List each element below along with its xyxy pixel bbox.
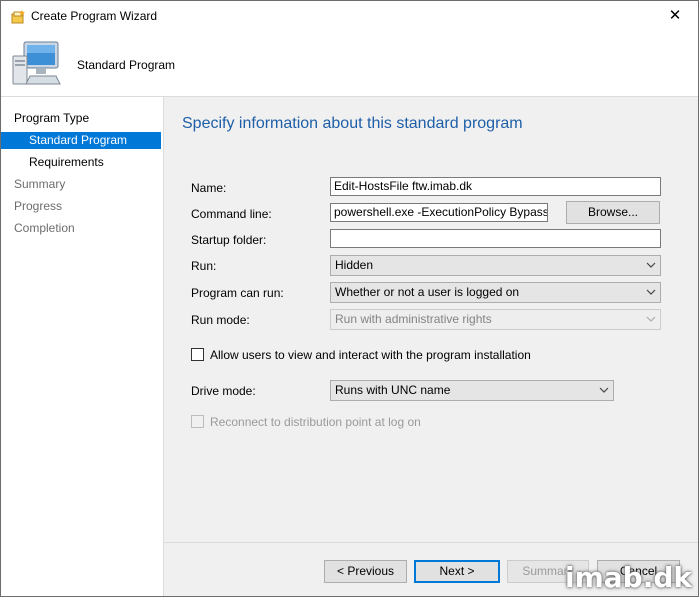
allow-interact-label[interactable]: Allow users to view and interact with th…	[210, 348, 531, 362]
footer-divider	[164, 542, 698, 543]
run-mode-select: Run with administrative rights	[330, 309, 661, 330]
startup-folder-label: Startup folder:	[191, 233, 267, 247]
title-bar: Create Program Wizard ✕	[1, 1, 698, 32]
command-line-input[interactable]: powershell.exe -ExecutionPolicy Bypass -…	[330, 203, 548, 222]
drive-mode-label: Drive mode:	[191, 384, 256, 398]
nav-item-completion: Completion	[14, 221, 75, 235]
chevron-down-icon	[646, 316, 656, 322]
command-line-label: Command line:	[191, 207, 272, 221]
nav-item-standard-program[interactable]: Standard Program	[1, 132, 161, 149]
computer-icon	[12, 41, 61, 85]
wizard-header: Standard Program	[1, 32, 698, 96]
page-title: Specify information about this standard …	[182, 115, 523, 132]
nav-item-requirements[interactable]: Requirements	[29, 154, 104, 171]
wizard-main: Specify information about this standard …	[164, 97, 698, 596]
wizard-window: Create Program Wizard ✕ Standard Program…	[0, 0, 699, 597]
previous-button[interactable]: < Previous	[324, 560, 407, 583]
run-select[interactable]: Hidden	[330, 255, 661, 276]
drive-mode-select[interactable]: Runs with UNC name	[330, 380, 614, 401]
wizard-nav: Program Type Standard Program Requiremen…	[1, 97, 164, 596]
program-can-run-select[interactable]: Whether or not a user is logged on	[330, 282, 661, 303]
chevron-down-icon	[646, 289, 656, 295]
drive-mode-value: Runs with UNC name	[335, 383, 451, 397]
browse-button[interactable]: Browse...	[566, 201, 660, 224]
watermark: imab.dk	[564, 561, 692, 594]
next-button[interactable]: Next >	[414, 560, 500, 583]
nav-item-program-type[interactable]: Program Type	[14, 110, 89, 127]
name-input[interactable]: Edit-HostsFile ftw.imab.dk	[330, 177, 661, 196]
close-icon[interactable]: ✕	[652, 1, 698, 32]
wizard-app-icon	[11, 10, 25, 24]
reconnect-label: Reconnect to distribution point at log o…	[210, 415, 421, 429]
reconnect-checkbox	[191, 415, 204, 428]
startup-folder-input[interactable]	[330, 229, 661, 248]
window-title: Create Program Wizard	[31, 9, 158, 23]
nav-item-progress: Progress	[14, 199, 63, 213]
run-mode-value: Run with administrative rights	[335, 312, 492, 326]
run-mode-label: Run mode:	[191, 313, 250, 327]
run-select-value: Hidden	[335, 258, 374, 272]
run-label: Run:	[191, 259, 217, 273]
chevron-down-icon	[599, 387, 609, 393]
name-label: Name:	[191, 181, 227, 195]
allow-interact-checkbox[interactable]	[191, 348, 204, 361]
chevron-down-icon	[646, 262, 656, 268]
nav-item-summary: Summary	[14, 177, 66, 191]
program-can-run-label: Program can run:	[191, 286, 284, 300]
program-can-run-value: Whether or not a user is logged on	[335, 285, 520, 299]
header-title: Standard Program	[77, 58, 176, 72]
